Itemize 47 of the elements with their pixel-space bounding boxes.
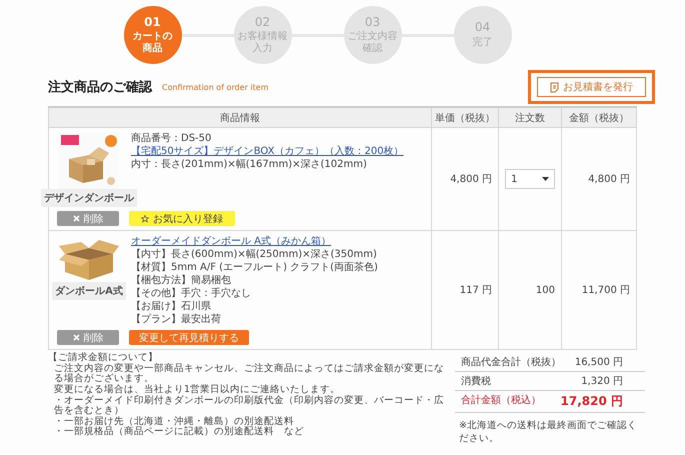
product-detail: 【プラン】最安出荷 (131, 314, 222, 326)
product-detail: 【梱包方法】簡易梱包 (131, 275, 232, 287)
column-header: 単価（税抜） (432, 107, 498, 128)
table-cell: 117 円 (432, 230, 498, 350)
notes-bullet: ・一部規格品（商品ページに記載）の別途配送料 など (53, 427, 305, 438)
table-cell: 11,700 円 (562, 230, 636, 350)
step-circle: 03 ご注文内容 確認 (344, 6, 402, 64)
step-circle: 04 完了 (454, 6, 512, 64)
column-header: 注文数 (498, 107, 562, 128)
product-detail: 商品番号：DS-50 (131, 133, 212, 145)
product-detail: 【内寸】長さ(600mm)×幅(250mm)×深さ(350mm) (131, 249, 378, 261)
product-detail: 内寸：長さ(201mm)×幅(167mm)×深さ(102mm) (131, 159, 368, 171)
star-icon (141, 214, 149, 222)
total-value: 1,320 円 (581, 375, 623, 388)
notes-bullet: ・オーダーメイド印刷付きダンボールの印刷版代金（印刷内容の変更、バーコード・広告を含むとき） (53, 396, 445, 416)
close-icon (72, 215, 80, 222)
column-header: 金額（税抜） (562, 107, 636, 128)
product-detail: 【その他】手穴：手穴なし (131, 288, 252, 300)
favorite-button[interactable]: お気に入り登録 (129, 211, 235, 226)
step-circle: 01 カートの 商品 (124, 6, 182, 64)
notes-title: 【ご請求金額について】 (48, 352, 158, 363)
table-cell: 4,800 円 (562, 128, 636, 230)
document-icon (550, 82, 559, 92)
section-subtitle: Confirmation of order item (162, 82, 269, 92)
quantity-select[interactable]: 1 (505, 169, 555, 189)
product-detail: 【お届け】石川県 (131, 301, 212, 313)
close-icon (72, 334, 80, 341)
total-value: 16,500 円 (574, 356, 623, 369)
product-label: ダンボールA式 (52, 282, 126, 300)
notes-bullet: ・一部お届け先（北海道・沖縄・離島）の別途配送料 (53, 416, 295, 427)
notes-text: 変更になる場合は、当社より1営業日以内にご連絡いたします。 (53, 384, 342, 395)
section-title: 注文商品のご確認 (48, 78, 152, 96)
shipping-note: ※北海道への送料は最終画面でご確認ください。 (458, 419, 638, 445)
product-link[interactable]: 【宅配50サイズ】デザインBOX（カフェ）（入数：200枚） (131, 146, 404, 158)
dropdown-arrow-icon (542, 177, 549, 181)
column-header: 商品情報 (48, 107, 432, 128)
total-label: 商品代金合計（税抜） (461, 356, 561, 369)
product-detail: 【材質】5mm A/F (エーフルート) クラフト(両面茶色) (131, 262, 378, 274)
product-label: デザインダンボール (41, 189, 137, 207)
total-label: 消費税 (461, 374, 491, 388)
total-label: 合計金額（税込） (461, 394, 541, 408)
step-circle: 02 お客様情報 入力 (234, 6, 292, 64)
table-cell: 100 (498, 230, 562, 350)
product-link[interactable]: オーダーメイドダンボール A式（みかん箱） (131, 236, 378, 248)
total-value: 17,820 円 (560, 393, 623, 410)
notes-text: ご注文内容の変更や一部商品キャンセル、ご注文商品によってはご請求金額が変更になる場合がございます。 (53, 364, 445, 384)
table-cell: 4,800 円 (432, 128, 498, 230)
